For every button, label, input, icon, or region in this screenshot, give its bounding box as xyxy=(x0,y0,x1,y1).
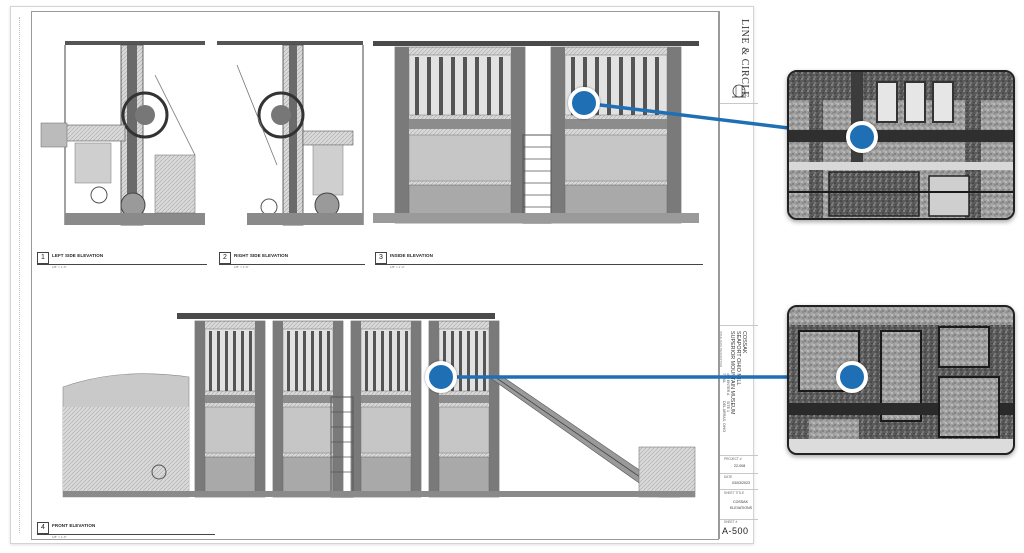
upper-zoom-marker[interactable] xyxy=(846,121,878,153)
firm-name: LINE & CIRCLE xyxy=(739,19,750,98)
sheet-number: A-500 xyxy=(722,526,749,536)
view-3-label: 3 INSIDE ELEVATION 1/8" = 1'-0" xyxy=(375,252,703,269)
project-address-line: SITE 1 xyxy=(726,401,730,412)
view-title: FRONT ELEVATION xyxy=(52,523,96,528)
upper-detail-image xyxy=(789,72,1013,218)
view-number: 3 xyxy=(375,252,387,264)
view-scale: 1/8" = 1'-0" xyxy=(390,265,405,269)
project-number-label: PROJECT # xyxy=(724,457,742,461)
project-number: 22-008 xyxy=(734,464,746,468)
title-block: LINE & CIRCLE COSSAK SEAPORT OHIO MILL S… xyxy=(719,11,758,539)
view-4-front-elevation[interactable] xyxy=(59,307,699,503)
date-cell: DATE 03/03/2023 xyxy=(720,473,758,490)
sheet-title-line: ELEVATIONS xyxy=(730,506,753,510)
left-elevation-drawing xyxy=(40,41,205,226)
project-number-cell: PROJECT # 22-008 xyxy=(720,455,758,474)
sheet-number-label: SHEET # xyxy=(724,520,738,524)
revisions-header: ISSUE DATE DESCRIPTION xyxy=(719,331,723,368)
sheet-margin-notes xyxy=(19,17,28,533)
view-4-label: 4 FRONT ELEVATION 1/8" = 1'-0" xyxy=(37,522,215,539)
lower-zoom-marker[interactable] xyxy=(836,361,868,393)
project-name-line: COSSAK xyxy=(741,331,747,354)
project-address-line: 400 ENTER A xyxy=(726,373,730,396)
view-scale: 1/8" = 1'-0" xyxy=(52,265,67,269)
date-label: DATE xyxy=(724,475,733,479)
view-3-inside-elevation[interactable] xyxy=(373,35,703,231)
view-1-label: 1 LEFT SIDE ELEVATION 1/8" = 1'-0" xyxy=(37,252,207,269)
front-elevation-drawing xyxy=(62,313,696,498)
view-scale: 1/8" = 1'-0" xyxy=(234,265,249,269)
view-2-label: 2 RIGHT SIDE ELEVATION 1/8" = 1'-0" xyxy=(219,252,365,269)
view-2-right-side-elevation[interactable] xyxy=(217,35,365,231)
view-number: 2 xyxy=(219,252,231,264)
project-address-line: TRAIL xyxy=(722,373,726,384)
view-title: RIGHT SIDE ELEVATION xyxy=(234,253,289,258)
project-name-line: SEAPORT OHIO MILL xyxy=(735,331,741,386)
sheet-title-label: SHEET TITLE xyxy=(724,491,745,495)
issue-date: 03/03/2023 xyxy=(732,481,750,485)
sheet-title-line: COSSAK xyxy=(733,500,748,504)
sheet-title-cell: SHEET TITLE COSSAK ELEVATIONS xyxy=(720,489,758,520)
lower-detail-zoom[interactable] xyxy=(787,305,1015,455)
view-title: INSIDE ELEVATION xyxy=(390,253,433,258)
view-number: 1 xyxy=(37,252,49,264)
project-info-cell: COSSAK SEAPORT OHIO MILL SUPERIOR MOUNTA… xyxy=(719,325,758,456)
view-1-left-side-elevation[interactable] xyxy=(35,35,213,231)
firm-logo-cell: LINE & CIRCLE xyxy=(720,11,758,104)
drawing-sheet: 1 LEFT SIDE ELEVATION 1/8" = 1'-0" 2 RIG… xyxy=(10,6,758,544)
lower-detail-image xyxy=(789,307,1013,453)
project-address-line: DEL ARRAS, OHIO xyxy=(722,401,726,433)
lower-source-marker[interactable] xyxy=(425,361,457,393)
upper-source-marker[interactable] xyxy=(568,87,600,119)
view-title: LEFT SIDE ELEVATION xyxy=(52,253,104,258)
right-elevation-drawing xyxy=(217,41,364,226)
upper-detail-zoom[interactable] xyxy=(787,70,1015,220)
view-scale: 1/8" = 1'-0" xyxy=(52,535,67,539)
revisions-cell xyxy=(720,103,758,326)
inside-elevation-drawing xyxy=(373,41,699,224)
view-number: 4 xyxy=(37,522,49,534)
